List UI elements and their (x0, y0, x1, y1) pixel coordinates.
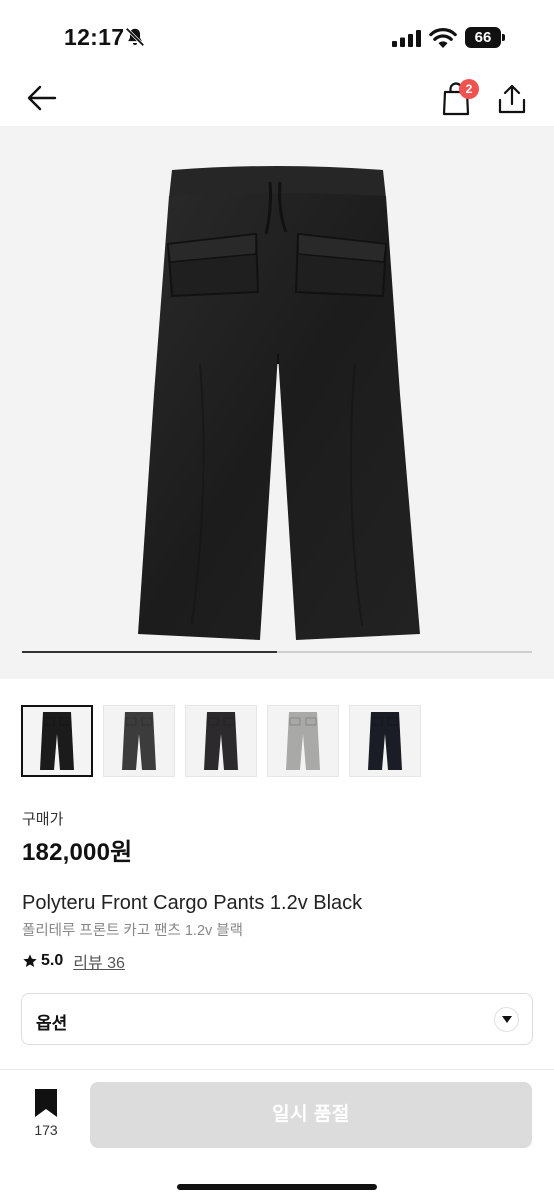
thumbnail-strip (21, 705, 421, 777)
caret-down-icon (494, 1007, 519, 1032)
thumbnail-5[interactable] (349, 705, 421, 777)
option-dropdown[interactable]: 옵션 (21, 993, 533, 1045)
price-label: 구매가 (22, 811, 64, 828)
option-label: 옵션 (36, 1014, 68, 1033)
rating-row: 5.0 리뷰 36 (22, 949, 125, 973)
bookmark-button[interactable]: 173 (22, 1088, 70, 1140)
wifi-icon (429, 28, 457, 48)
status-time: 12:17 (64, 24, 125, 50)
bookmark-icon (35, 1089, 57, 1117)
nav-bar: 2 (0, 70, 554, 126)
thumbnail-3[interactable] (185, 705, 257, 777)
back-arrow-icon (27, 85, 57, 111)
product-photo (138, 166, 420, 640)
thumbnail-pants-image (286, 712, 320, 770)
battery-level: 66 (465, 27, 501, 48)
status-bar: 12:17 66 (0, 0, 554, 70)
thumbnail-pants-image (40, 712, 74, 770)
cart-button[interactable]: 2 (438, 78, 479, 118)
reviews-link[interactable]: 리뷰 36 (73, 949, 125, 973)
product-title: Polyteru Front Cargo Pants 1.2v Black (22, 892, 363, 914)
sold-out-button[interactable]: 일시 품절 (90, 1082, 532, 1148)
bookmark-count: 173 (34, 1122, 58, 1138)
divider (0, 1069, 554, 1070)
cellular-signal-icon (392, 30, 421, 47)
product-subtitle: 폴리테루 프론트 카고 팬츠 1.2v 블랙 (22, 923, 243, 939)
battery-icon: 66 (465, 27, 505, 48)
thumbnail-pants-image (204, 712, 238, 770)
thumbnail-4[interactable] (267, 705, 339, 777)
home-indicator (177, 1184, 377, 1190)
rating-score: 5.0 (41, 952, 64, 969)
share-button[interactable] (494, 78, 530, 118)
star-icon (23, 954, 37, 967)
thumbnail-pants-image (122, 712, 156, 770)
cart-count-badge: 2 (459, 79, 479, 99)
price: 182,000원 (22, 839, 133, 866)
thumbnail-1[interactable] (21, 705, 93, 777)
image-progress-fill (22, 651, 277, 653)
product-image-carousel[interactable] (0, 126, 554, 679)
share-icon (498, 84, 526, 114)
thumbnail-2[interactable] (103, 705, 175, 777)
image-progress-track (22, 651, 532, 653)
bell-off-icon (125, 27, 145, 47)
thumbnail-pants-image (368, 712, 402, 770)
back-button[interactable] (22, 80, 62, 116)
